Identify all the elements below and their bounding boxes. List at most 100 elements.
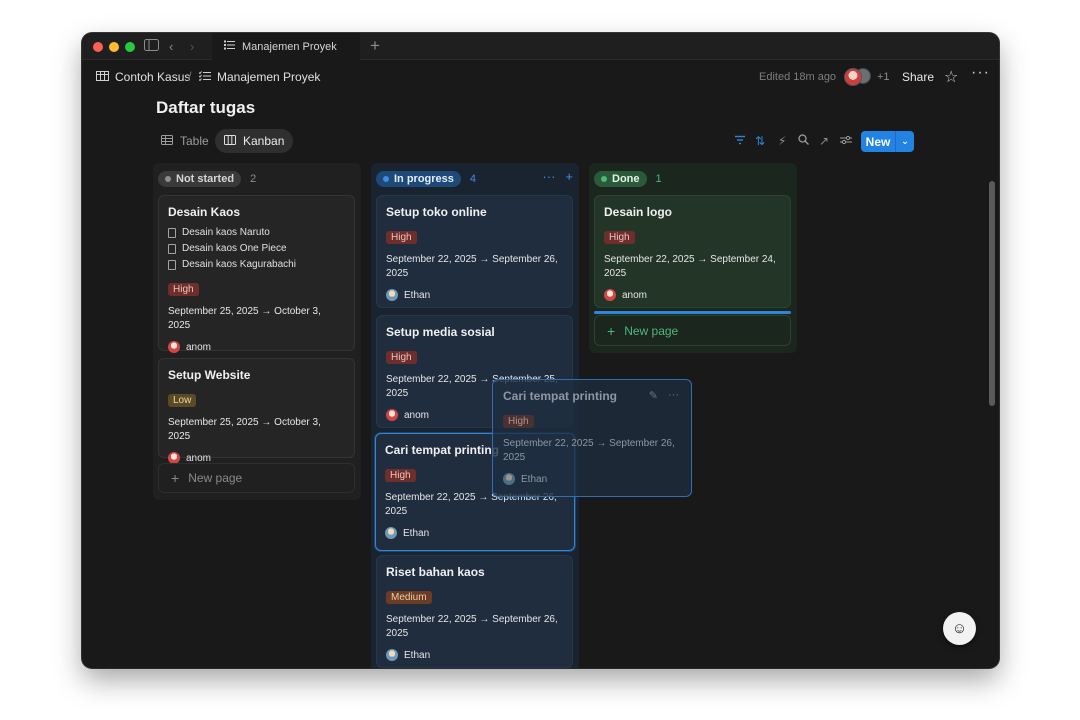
status-badge[interactable]: In progress [376,171,461,187]
task-card[interactable]: Desain Kaos Desain kaos Naruto Desain ka… [158,195,355,353]
back-arrow-icon[interactable]: ‹ [169,38,173,55]
assignee-name: anom [404,409,430,421]
subpage-label: Desain kaos Kagurabachi [182,259,296,270]
filter-icon[interactable] [734,134,746,148]
new-button[interactable]: New ⌄ [861,131,914,152]
status-dot-icon [601,176,607,182]
avatar [386,289,398,301]
assignee-name: anom [186,341,212,353]
tab-table-view[interactable]: Table [152,129,218,153]
breadcrumb-page[interactable]: Manajemen Proyek [198,70,320,84]
new-button-label: New [865,134,891,149]
card-title: Desain Kaos [168,205,241,219]
card-title: Setup Website [168,368,251,382]
subpage-link[interactable]: Desain kaos Kagurabachi [168,259,345,270]
checklist-icon [198,70,211,84]
breadcrumb-root[interactable]: Contoh Kasus [96,70,190,84]
column-count: 1 [655,173,662,185]
assignee: Ethan [503,473,681,485]
search-icon[interactable] [798,134,809,148]
subpage-link[interactable]: Desain kaos One Piece [168,243,345,254]
priority-tag: Low [168,394,197,407]
column-not-started: Not started 2 Desain Kaos Desain kaos Na… [153,163,361,500]
forward-arrow-icon[interactable]: › [190,38,194,55]
automation-lightning-icon[interactable]: ⚡︎ [778,134,786,148]
assignee-name: anom [186,452,212,464]
subpage-label: Desain kaos One Piece [182,243,287,254]
status-badge[interactable]: Done [594,171,647,187]
more-options-icon[interactable]: ··· [542,169,555,184]
ai-face-icon: ☺ [951,620,968,637]
tab-manajemen-proyek[interactable]: Manajemen Proyek [212,33,360,60]
assignee: Ethan [386,649,563,661]
card-title: Desain logo [604,205,673,219]
collaborator-avatars[interactable] [844,68,874,86]
sidebar-toggle-icon[interactable] [144,38,159,55]
column-header: Done 1 [594,171,662,187]
breadcrumb-separator: / [188,69,192,84]
priority-tag: High [604,231,635,244]
assignee: Ethan [386,289,563,301]
sort-icon[interactable]: ⇅ [755,134,765,148]
favorite-star-icon[interactable]: ☆ [944,67,958,87]
app-window: ‹ › Manajemen Proyek + Contoh Kasus / Ma… [82,33,999,668]
card-title: Setup toko online [386,205,487,219]
new-page-label: New page [624,323,679,338]
avatar [168,341,180,353]
avatar [385,527,397,539]
page-title: Daftar tugas [156,98,256,117]
minimize-window-button[interactable] [109,42,119,52]
maximize-window-button[interactable] [125,42,135,52]
assignee-name: Ethan [404,649,431,661]
new-page-button[interactable]: + New page [594,315,791,346]
date-range: September 22, 2025 → September 24, 2025 [604,254,776,279]
tab-table-label: Table [180,134,209,148]
column-header: In progress 4 [376,171,476,187]
status-label: Done [612,173,640,185]
notion-ai-help-button[interactable]: ☺ [943,612,976,645]
assignee-name: Ethan [404,289,431,301]
add-card-plus-icon[interactable]: + [565,169,573,184]
new-page-button[interactable]: + New page [158,463,355,493]
expand-icon[interactable]: ↗ [819,134,829,148]
extra-collaborators-count: +1 [877,71,890,83]
new-page-label: New page [188,471,243,485]
date-range: September 25, 2025 → October 3, 2025 [168,306,321,331]
more-options-icon[interactable]: ··· [668,389,679,402]
tab-kanban-view[interactable]: Kanban [215,129,294,153]
card-title: Setup media sosial [386,325,495,339]
tab-label: Manajemen Proyek [242,40,337,53]
chevron-down-icon[interactable]: ⌄ [895,131,914,152]
task-card[interactable]: Desain logo High September 22, 2025 → Se… [594,195,791,308]
status-label: In progress [394,173,454,185]
column-actions: ··· + [542,169,573,184]
plus-icon: + [171,470,180,486]
dragging-card-ghost[interactable]: ✎ ··· Cari tempat printing High Septembe… [492,379,692,497]
status-label: Not started [176,173,235,185]
table-icon [161,134,173,148]
edit-pencil-icon[interactable]: ✎ [649,389,658,402]
avatar [386,409,398,421]
assignee-name: anom [622,289,648,301]
new-tab-plus-icon[interactable]: + [370,36,380,56]
date-range: September 22, 2025 → September 26, 2025 [386,254,558,279]
settings-sliders-icon[interactable] [840,134,852,148]
priority-tag: High [503,415,534,428]
vertical-scrollbar[interactable] [989,181,995,406]
column-done: Done 1 Desain logo High September 22, 20… [589,163,797,353]
task-card[interactable]: Setup toko online High September 22, 202… [376,195,573,308]
status-badge[interactable]: Not started [158,171,242,187]
column-header: Not started 2 [158,171,256,187]
share-button[interactable]: Share [902,70,934,84]
task-card[interactable]: Setup Website Low September 25, 2025 → O… [158,358,355,464]
date-range: September 22, 2025 → September 26, 2025 [386,614,558,639]
close-window-button[interactable] [93,42,103,52]
plus-icon: + [607,322,616,339]
date-range: September 25, 2025 → October 3, 2025 [168,417,321,442]
assignee-name: Ethan [403,527,430,539]
priority-tag: High [168,283,199,296]
more-options-icon[interactable]: ··· [971,64,990,82]
task-card[interactable]: Riset bahan kaos Medium September 22, 20… [376,555,573,668]
subpage-link[interactable]: Desain kaos Naruto [168,227,345,238]
priority-tag: High [386,351,417,364]
